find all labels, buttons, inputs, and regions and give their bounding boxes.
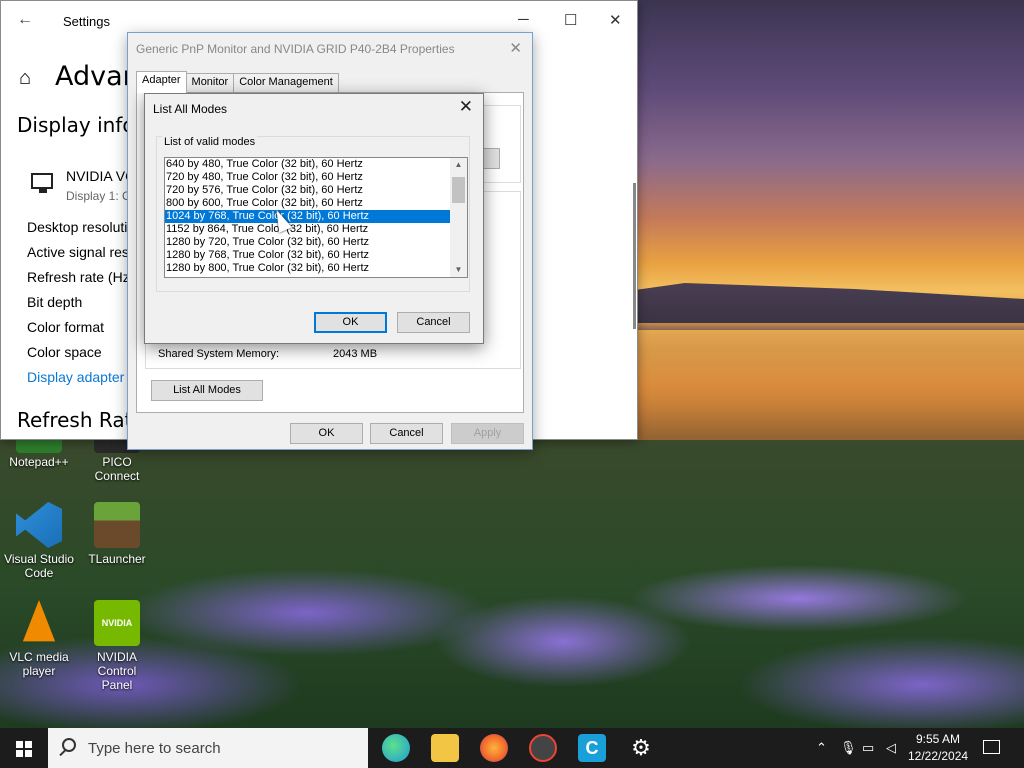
firefox-icon[interactable] (480, 734, 508, 762)
media-app-icon[interactable] (529, 734, 557, 762)
mode-list-item[interactable]: 720 by 480, True Color (32 bit), 60 Hert… (165, 171, 450, 184)
minimize-icon[interactable]: ─ (518, 11, 529, 28)
search-placeholder: Type here to search (88, 740, 221, 757)
desktop-icon-label: Visual Studio Code (4, 552, 74, 580)
desktop-icon-notepadpp[interactable]: Notepad++ (3, 437, 75, 469)
section-heading-refresh-rate: Refresh Rate (17, 408, 145, 432)
edge-icon[interactable] (382, 734, 410, 762)
notification-icon[interactable] (983, 740, 1000, 754)
scroll-thumb[interactable] (452, 177, 465, 203)
windows-logo-icon (16, 741, 23, 748)
mode-list-item[interactable]: 1280 by 800, True Color (32 bit), 60 Her… (165, 262, 450, 275)
info-desktop-resolution: Desktop resoluti (27, 219, 128, 235)
desktop-icon-vlc[interactable]: VLC media player (3, 600, 75, 678)
close-icon[interactable]: ✕ (609, 11, 622, 29)
desktop-icon-label: VLC media player (9, 650, 69, 678)
modes-dialog-body: List of valid modes 640 by 480, True Col… (146, 124, 482, 343)
desktop-icon-label: NVIDIA Control Panel (96, 650, 137, 692)
modes-cancel-button[interactable]: Cancel (397, 312, 470, 333)
display-device-name: NVIDIA VC (66, 168, 136, 184)
modes-scrollbar[interactable]: ▲ ▼ (450, 158, 467, 277)
list-all-modes-dialog: List All Modes ✕ List of valid modes 640… (144, 93, 484, 344)
mode-list-item[interactable]: 800 by 600, True Color (32 bit), 60 Hert… (165, 197, 450, 210)
settings-scrollbar[interactable] (633, 183, 636, 329)
c-app-icon[interactable]: C (578, 734, 606, 762)
taskbar-clock[interactable]: 9:55 AM 12/22/2024 (908, 731, 968, 765)
info-bit-depth: Bit depth (27, 294, 83, 310)
display-adapter-properties-link[interactable]: Display adapter (27, 369, 124, 385)
tlauncher-icon (94, 502, 140, 548)
settings-title: Settings (63, 14, 110, 29)
cancel-button[interactable]: Cancel (370, 423, 443, 444)
home-icon[interactable]: ⌂ (19, 67, 31, 90)
search-icon (62, 738, 76, 752)
nvidia-icon: NVIDIA (94, 600, 140, 646)
volume-icon[interactable]: ◁ (886, 740, 896, 756)
chevron-up-icon[interactable]: ⌃ (816, 740, 827, 756)
valid-modes-group-label: List of valid modes (162, 136, 258, 148)
tab-color-management[interactable]: Color Management (233, 73, 339, 93)
properties-dialog-title: Generic PnP Monitor and NVIDIA GRID P40-… (136, 42, 455, 56)
vlc-icon (22, 600, 56, 642)
maximize-icon[interactable]: ☐ (564, 11, 577, 29)
taskbar-search-box[interactable]: Type here to search (48, 728, 368, 768)
start-button[interactable] (0, 728, 48, 768)
network-icon[interactable]: ▭ (862, 740, 874, 756)
apply-button[interactable]: Apply (451, 423, 524, 444)
mode-list-item[interactable]: 1152 by 864, True Color (32 bit), 60 Her… (165, 223, 450, 236)
info-color-space: Color space (27, 344, 102, 360)
shared-memory-label: Shared System Memory: (158, 348, 280, 360)
info-color-format: Color format (27, 319, 105, 335)
desktop-icon-nvidia-control-panel[interactable]: NVIDIA NVIDIA Control Panel (81, 600, 153, 692)
desktop-icon-tlauncher[interactable]: TLauncher (81, 502, 153, 566)
modes-dialog-title: List All Modes (153, 102, 228, 116)
monitor-icon (31, 173, 53, 193)
mode-list-item[interactable]: 1280 by 720, True Color (32 bit), 60 Her… (165, 236, 450, 249)
mode-list-item[interactable]: 1280 by 768, True Color (32 bit), 60 Her… (165, 249, 450, 262)
settings-gear-icon[interactable]: ⚙ (627, 734, 655, 762)
valid-modes-listbox[interactable]: 640 by 480, True Color (32 bit), 60 Hert… (164, 157, 468, 278)
vscode-icon (16, 502, 62, 548)
close-icon[interactable]: ✕ (509, 39, 522, 57)
mode-list-item[interactable]: 1024 by 768, True Color (32 bit), 60 Her… (165, 210, 450, 223)
clock-date: 12/22/2024 (908, 749, 969, 763)
scroll-up-icon[interactable]: ▲ (450, 158, 467, 172)
file-explorer-icon[interactable] (431, 734, 459, 762)
scroll-down-icon[interactable]: ▼ (450, 263, 467, 277)
tab-adapter[interactable]: Adapter (136, 71, 187, 93)
back-arrow-icon[interactable]: ← (17, 11, 33, 29)
mode-list-item[interactable]: 640 by 480, True Color (32 bit), 60 Hert… (165, 158, 450, 171)
desktop-icon-label: TLauncher (88, 552, 146, 566)
windows-logo-pane (25, 741, 32, 748)
info-active-signal-resolution: Active signal res (27, 244, 129, 260)
info-refresh-rate: Refresh rate (Hz) (27, 269, 135, 285)
desktop-icon-label: Notepad++ (9, 455, 69, 469)
taskbar: Type here to search C ⚙ ⌃ 🎙 ▭ ◁ 9:55 AM … (0, 728, 1024, 768)
section-heading-display-information: Display infor (17, 113, 143, 137)
modes-ok-button[interactable]: OK (314, 312, 387, 333)
display-device-subtitle: Display 1: C (66, 189, 131, 203)
wallpaper-flowers (0, 440, 1024, 728)
tab-monitor[interactable]: Monitor (185, 73, 235, 93)
shared-memory-value: 2043 MB (333, 348, 378, 360)
ok-button[interactable]: OK (290, 423, 363, 444)
desktop-icon-label: PICO Connect (94, 455, 140, 483)
clock-time: 9:55 AM (915, 732, 961, 746)
close-icon[interactable]: ✕ (459, 97, 473, 117)
microphone-icon[interactable]: 🎙 (840, 740, 857, 756)
list-all-modes-button[interactable]: List All Modes (151, 380, 263, 401)
windows-logo-pane (25, 750, 32, 757)
windows-logo-pane (16, 750, 23, 757)
properties-tabs: Adapter Monitor Color Management (136, 71, 339, 93)
desktop-icon-vscode[interactable]: Visual Studio Code (3, 502, 75, 580)
mode-list-item[interactable]: 720 by 576, True Color (32 bit), 60 Hert… (165, 184, 450, 197)
